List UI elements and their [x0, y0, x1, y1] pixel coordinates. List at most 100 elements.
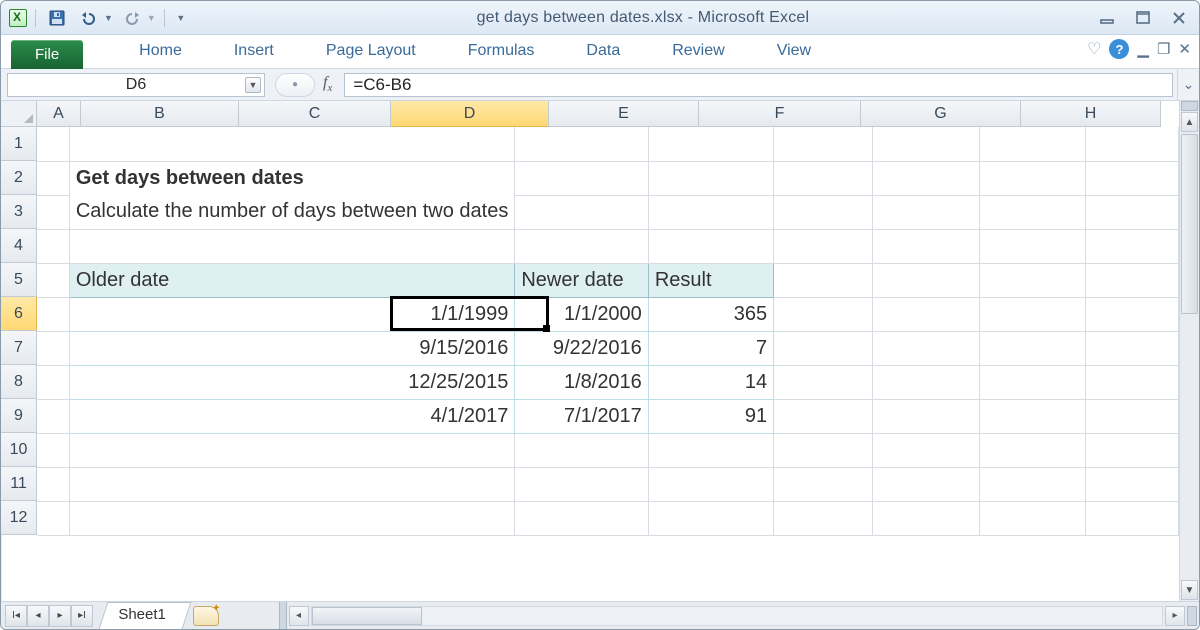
expand-formula-bar-icon[interactable]: ⌄ [1177, 69, 1199, 100]
cell-H1[interactable] [1085, 127, 1178, 161]
row-header-6[interactable]: 6 [1, 297, 37, 331]
cell-B4[interactable] [69, 229, 514, 263]
cell-C9[interactable]: 7/1/2017 [515, 399, 648, 433]
cell-F11[interactable] [873, 467, 980, 501]
horizontal-scrollbar[interactable]: ◂ ▸ [287, 602, 1199, 629]
cell-F4[interactable] [873, 229, 980, 263]
cell-B8[interactable]: 12/25/2015 [69, 365, 514, 399]
column-header-B[interactable]: B [81, 101, 239, 127]
cell-H4[interactable] [1085, 229, 1178, 263]
vertical-split-handle[interactable] [1181, 101, 1198, 111]
minimize-button[interactable] [1097, 10, 1119, 26]
cell-G1[interactable] [980, 127, 1086, 161]
cell-F3[interactable] [873, 195, 980, 229]
select-all-corner[interactable] [1, 101, 37, 127]
cell-A2[interactable] [37, 161, 69, 195]
cell-C5[interactable]: Newer date [515, 263, 648, 297]
cell-A4[interactable] [37, 229, 69, 263]
tab-insert[interactable]: Insert [208, 36, 300, 68]
cell-F6[interactable] [873, 297, 980, 331]
cell-F1[interactable] [873, 127, 980, 161]
cell-E12[interactable] [774, 501, 873, 535]
maximize-button[interactable] [1133, 10, 1155, 26]
column-header-A[interactable]: A [37, 101, 81, 127]
customize-qat-button[interactable]: ▼ [173, 7, 189, 29]
cell-grid[interactable]: Get days between datesCalculate the numb… [37, 127, 1179, 601]
cell-A6[interactable] [37, 297, 69, 331]
formula-bar[interactable]: =C6-B6 [344, 73, 1173, 97]
close-button[interactable] [1169, 10, 1191, 26]
cell-F2[interactable] [873, 161, 980, 195]
cell-G2[interactable] [980, 161, 1086, 195]
heart-icon[interactable]: ♡ [1087, 39, 1101, 59]
cell-A7[interactable] [37, 331, 69, 365]
cell-G11[interactable] [980, 467, 1086, 501]
row-header-4[interactable]: 4 [1, 229, 37, 263]
row-header-5[interactable]: 5 [1, 263, 37, 297]
save-button[interactable] [44, 7, 70, 29]
workbook-close-icon[interactable]: ✕ [1178, 40, 1191, 58]
name-box-dropdown-icon[interactable]: ▼ [245, 77, 261, 93]
row-header-9[interactable]: 9 [1, 399, 37, 433]
sheet-tab-sheet1[interactable]: Sheet1 [99, 602, 191, 629]
sheet-nav-next-icon[interactable]: ▸ [49, 605, 71, 627]
cell-C4[interactable] [515, 229, 648, 263]
cell-C2[interactable] [515, 161, 648, 195]
cell-D11[interactable] [648, 467, 773, 501]
undo-dropdown-icon[interactable]: ▼ [104, 13, 113, 23]
cell-E4[interactable] [774, 229, 873, 263]
cell-A3[interactable] [37, 195, 69, 229]
fx-icon[interactable]: fx [323, 74, 332, 94]
cell-G9[interactable] [980, 399, 1086, 433]
cell-G10[interactable] [980, 433, 1086, 467]
cell-A5[interactable] [37, 263, 69, 297]
tab-formulas[interactable]: Formulas [442, 36, 561, 68]
cell-B10[interactable] [69, 433, 514, 467]
row-header-2[interactable]: 2 [1, 161, 37, 195]
cell-B7[interactable]: 9/15/2016 [69, 331, 514, 365]
cell-A12[interactable] [37, 501, 69, 535]
help-icon[interactable]: ? [1109, 39, 1129, 59]
cell-B12[interactable] [69, 501, 514, 535]
cell-C10[interactable] [515, 433, 648, 467]
vertical-scroll-thumb[interactable] [1181, 134, 1198, 314]
cell-B2[interactable]: Get days between dates [69, 161, 514, 195]
redo-dropdown-icon[interactable]: ▼ [147, 13, 156, 23]
sheet-nav-first-icon[interactable]: I◂ [5, 605, 27, 627]
cell-B9[interactable]: 4/1/2017 [69, 399, 514, 433]
cell-D3[interactable] [648, 195, 773, 229]
cell-D12[interactable] [648, 501, 773, 535]
cell-H8[interactable] [1085, 365, 1178, 399]
cell-A9[interactable] [37, 399, 69, 433]
cell-D7[interactable]: 7 [648, 331, 773, 365]
cell-G7[interactable] [980, 331, 1086, 365]
cell-E10[interactable] [774, 433, 873, 467]
column-header-G[interactable]: G [861, 101, 1021, 127]
cell-G5[interactable] [980, 263, 1086, 297]
cell-D2[interactable] [648, 161, 773, 195]
horizontal-scroll-thumb[interactable] [312, 607, 422, 625]
cell-C12[interactable] [515, 501, 648, 535]
row-header-8[interactable]: 8 [1, 365, 37, 399]
cell-H6[interactable] [1085, 297, 1178, 331]
undo-button[interactable] [76, 7, 102, 29]
cell-B5[interactable]: Older date [69, 263, 514, 297]
cell-D6[interactable]: 365 [648, 297, 773, 331]
tab-view[interactable]: View [751, 36, 837, 68]
cell-E2[interactable] [774, 161, 873, 195]
sheet-nav-prev-icon[interactable]: ◂ [27, 605, 49, 627]
cell-F12[interactable] [873, 501, 980, 535]
cell-A10[interactable] [37, 433, 69, 467]
sheet-nav-last-icon[interactable]: ▸I [71, 605, 93, 627]
cell-B6[interactable]: 1/1/1999 [69, 297, 514, 331]
tab-home[interactable]: Home [113, 36, 208, 68]
tab-page-layout[interactable]: Page Layout [300, 36, 442, 68]
cell-B3[interactable]: Calculate the number of days between two… [69, 195, 514, 229]
excel-app-icon[interactable] [9, 9, 27, 27]
scroll-right-icon[interactable]: ▸ [1165, 606, 1185, 626]
name-box[interactable]: D6 ▼ [7, 73, 265, 97]
workbook-minimize-icon[interactable]: ▁ [1137, 40, 1149, 58]
vertical-scrollbar[interactable]: ▲ ▼ [1179, 101, 1199, 601]
cell-G8[interactable] [980, 365, 1086, 399]
cell-E3[interactable] [774, 195, 873, 229]
